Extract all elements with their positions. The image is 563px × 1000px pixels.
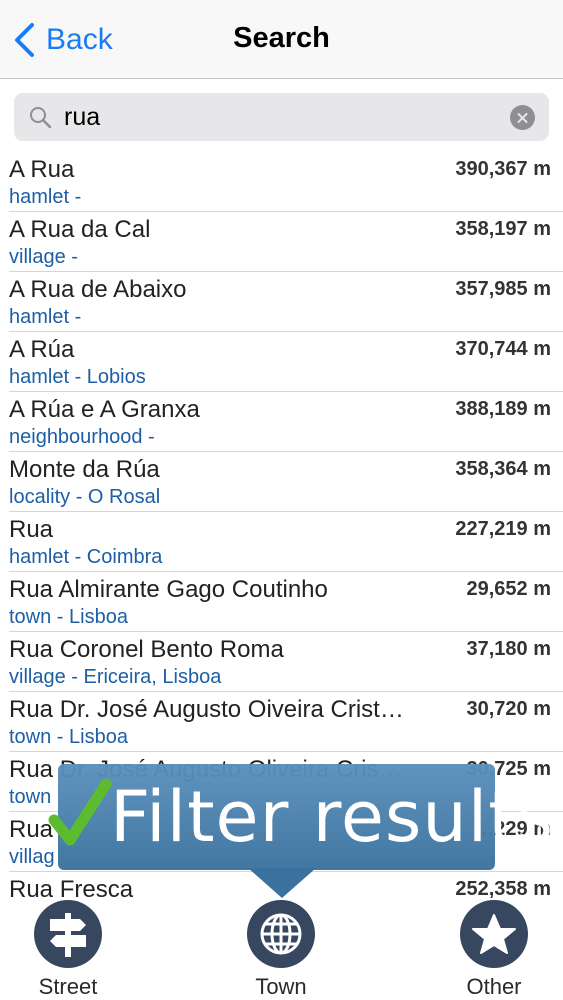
list-item[interactable]: Rua hamlet - Coimbra 227,219 m [9,512,563,572]
filter-banner-pointer [248,868,316,898]
result-distance: 37,180 m [466,638,551,660]
result-name: A Rúa e A Granxa [9,396,200,423]
result-name: A Rúa [9,336,75,363]
list-item[interactable]: A Rua da Cal village - 358,197 m [9,212,563,272]
result-name: Rua Fresca [9,876,134,900]
result-type: hamlet - Lobios [9,366,146,388]
result-name: A Rua da Cal [9,216,151,243]
tab-bar: Street Town Other [0,898,563,1000]
list-item[interactable]: A Rúa e A Granxa neighbourhood - 388,189… [9,392,563,452]
result-name: Rua Almirante Gago Coutinho [9,576,328,603]
result-distance: 358,364 m [455,458,551,480]
tab-other-label: Other [466,974,522,999]
clear-icon[interactable] [510,105,535,130]
list-item[interactable]: A Rúa hamlet - Lobios 370,744 m [9,332,563,392]
result-distance: 390,367 m [455,158,551,180]
tab-other[interactable]: Other [434,900,554,1000]
navigation-bar: Back Search [0,0,563,79]
result-name: Monte da Rúa [9,456,160,483]
result-type: hamlet - [9,306,82,328]
search-area: rua [0,79,563,152]
result-name: Rua [9,516,54,543]
result-type: hamlet - Coimbra [9,546,163,568]
checkmark-icon [48,778,112,846]
search-input[interactable]: rua [14,93,549,141]
list-item[interactable]: A Rua de Abaixo hamlet - 357,985 m [9,272,563,332]
result-type: hamlet - [9,186,82,208]
result-distance: 358,197 m [455,218,551,240]
result-name: A Rua de Abaixo [9,276,187,303]
star-icon [460,900,528,968]
result-type: neighbourhood - [9,426,155,448]
list-item[interactable]: Rua Almirante Gago Coutinho town - Lisbo… [9,572,563,632]
tab-town-label: Town [255,974,307,999]
tab-town[interactable]: Town [221,900,341,1000]
filter-results-text: Filter results [110,776,555,858]
result-distance: 30,720 m [466,698,551,720]
result-distance: 227,219 m [455,518,551,540]
search-query: rua [64,103,101,131]
result-distance: 388,189 m [455,398,551,420]
list-item[interactable]: Rua Coronel Bento Roma village - Ericeir… [9,632,563,692]
signpost-icon [34,900,102,968]
search-icon [30,107,52,129]
list-item[interactable]: A Rua hamlet - 390,367 m [9,152,563,212]
result-type: village - [9,246,78,268]
tab-street-label: Street [38,974,98,999]
result-type: town [9,786,52,808]
result-type: locality - O Rosal [9,486,161,508]
result-name: Rua Coronel Bento Roma [9,636,284,663]
list-item[interactable]: Rua Dr. José Augusto Oiveira Crist… town… [9,692,563,752]
result-distance: 370,744 m [455,338,551,360]
result-name: A Rua [9,156,75,183]
result-type: town - Lisboa [9,606,128,628]
list-item[interactable]: Monte da Rúa locality - O Rosal 358,364 … [9,452,563,512]
page-title: Search [233,22,330,54]
result-name: Rua Dr. José Augusto Oiveira Crist… [9,696,404,723]
result-type: village - Ericeira, Lisboa [9,666,222,688]
result-distance: 252,358 m [455,878,551,900]
result-distance: 29,652 m [466,578,551,600]
tab-street[interactable]: Street [8,900,128,1000]
result-type: town - Lisboa [9,726,128,748]
globe-icon [247,900,315,968]
result-distance: 357,985 m [455,278,551,300]
